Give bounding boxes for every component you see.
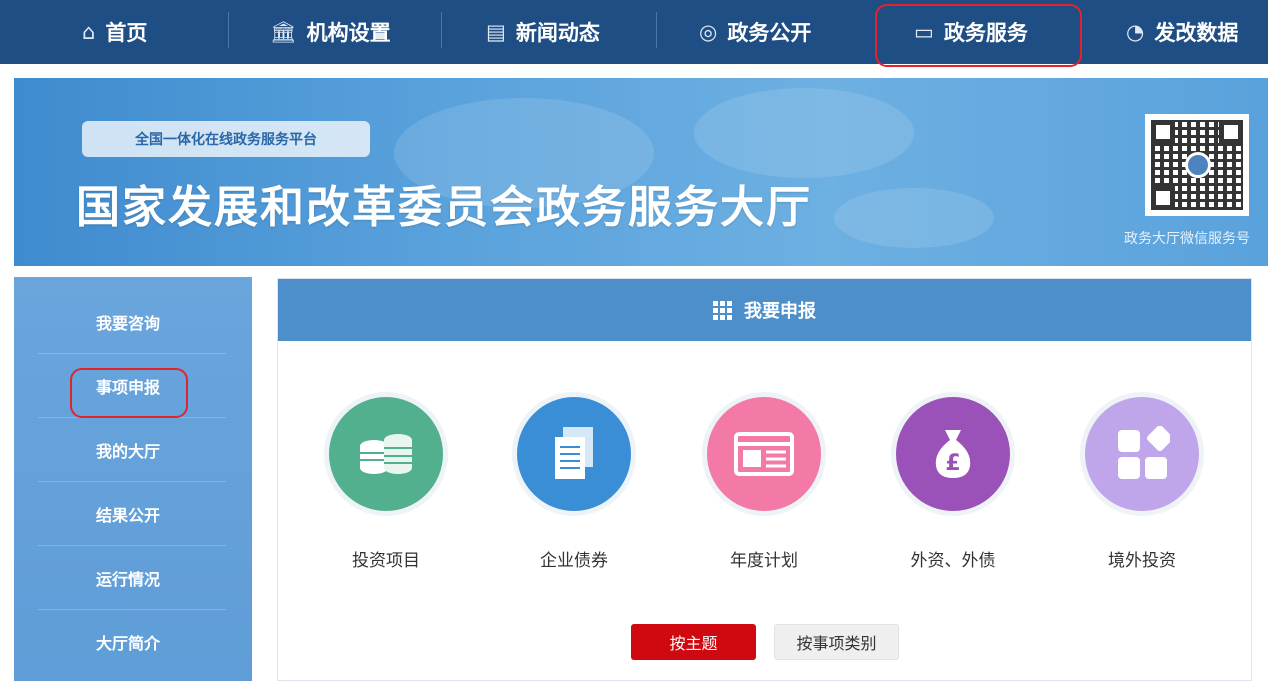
nav-item-label: 政务公开 <box>727 21 812 45</box>
by-category-button[interactable]: 按事项类别 <box>774 624 899 660</box>
newspaper-icon: ▤ <box>486 20 506 44</box>
sidebar: 我要咨询 事项申报 我的大厅 结果公开 运行情况 大厅简介 <box>14 277 252 681</box>
service-foreign-capital[interactable]: £ 外资、外债 <box>883 392 1023 571</box>
nav-divider <box>228 12 229 48</box>
platform-tag: 全国一体化在线政务服务平台 <box>82 121 370 157</box>
service-label: 企业债券 <box>540 551 608 571</box>
nav-divider <box>441 12 442 48</box>
sidebar-item-results[interactable]: 结果公开 <box>38 482 226 546</box>
nav-item-label: 新闻动态 <box>515 21 600 45</box>
panel-title: 我要申报 <box>744 301 816 322</box>
nav-item-label: 机构设置 <box>306 21 391 45</box>
service-investment-project[interactable]: 投资项目 <box>316 392 456 571</box>
service-icon-ring: £ <box>891 392 1015 516</box>
nav-item-label: 发改数据 <box>1154 21 1239 45</box>
nav-highlight-box <box>875 4 1082 67</box>
qr-finder <box>1219 120 1243 144</box>
qr-finder <box>1151 120 1175 144</box>
nav-item-organization[interactable]: 🏛 机构设置 <box>270 0 391 64</box>
sidebar-highlight-box <box>70 368 188 418</box>
map-decoration <box>694 88 914 178</box>
service-overseas-investment[interactable]: 境外投资 <box>1072 392 1212 571</box>
apps-icon <box>1085 397 1199 511</box>
qr-logo-icon <box>1185 152 1211 178</box>
nav-item-data[interactable]: ◔ 发改数据 <box>1126 0 1238 64</box>
service-icon-ring <box>512 392 636 516</box>
qr-finder <box>1151 186 1175 210</box>
service-icon-ring <box>1080 392 1204 516</box>
service-icon-ring <box>324 392 448 516</box>
nav-item-home[interactable]: ⌂ 首页 <box>82 0 147 64</box>
panel-header: 我要申报 <box>278 279 1251 341</box>
top-nav: ⌂ 首页 🏛 机构设置 ▤ 新闻动态 ◎ 政务公开 ▭ 政务服务 ◔ 发改数据 <box>0 0 1268 67</box>
broadcast-icon: ◎ <box>699 20 718 44</box>
sidebar-item-about[interactable]: 大厅简介 <box>38 610 226 674</box>
nav-divider <box>656 12 657 48</box>
sidebar-item-operations[interactable]: 运行情况 <box>38 546 226 610</box>
sidebar-item-my-hall[interactable]: 我的大厅 <box>38 418 226 482</box>
home-icon: ⌂ <box>82 20 96 44</box>
qr-code[interactable] <box>1145 114 1249 216</box>
documents-icon <box>517 397 631 511</box>
page-title: 国家发展和改革委员会政务服务大厅 <box>76 182 812 233</box>
coins-icon <box>329 397 443 511</box>
svg-text:£: £ <box>945 451 960 476</box>
service-icon-ring <box>702 392 826 516</box>
hero-banner: 全国一体化在线政务服务平台 国家发展和改革委员会政务服务大厅 政务大厅微信服务号 <box>14 78 1268 266</box>
money-bag-icon: £ <box>896 397 1010 511</box>
service-annual-plan[interactable]: 年度计划 <box>694 392 834 571</box>
nav-item-government-affairs[interactable]: ◎ 政务公开 <box>699 0 811 64</box>
qr-caption: 政务大厅微信服务号 <box>1124 231 1250 247</box>
grid-icon <box>713 300 732 320</box>
by-theme-button[interactable]: 按主题 <box>631 624 756 660</box>
service-label: 投资项目 <box>352 551 420 571</box>
service-label: 年度计划 <box>730 551 798 571</box>
sidebar-item-consult[interactable]: 我要咨询 <box>38 290 226 354</box>
qr-pattern <box>1151 120 1243 210</box>
apply-panel: 我要申报 投资项目 企业债券 年度计划 £ 外资、外债 境外投资 按主题 按事项… <box>277 278 1252 681</box>
nav-item-label: 首页 <box>105 21 148 45</box>
service-label: 外资、外债 <box>910 551 996 571</box>
newspaper-icon <box>707 397 821 511</box>
service-corporate-bonds[interactable]: 企业债券 <box>504 392 644 571</box>
building-icon: 🏛 <box>270 19 297 44</box>
map-decoration <box>834 188 994 248</box>
pie-chart-icon: ◔ <box>1126 20 1145 44</box>
service-label: 境外投资 <box>1108 551 1176 571</box>
nav-item-news[interactable]: ▤ 新闻动态 <box>486 0 600 64</box>
